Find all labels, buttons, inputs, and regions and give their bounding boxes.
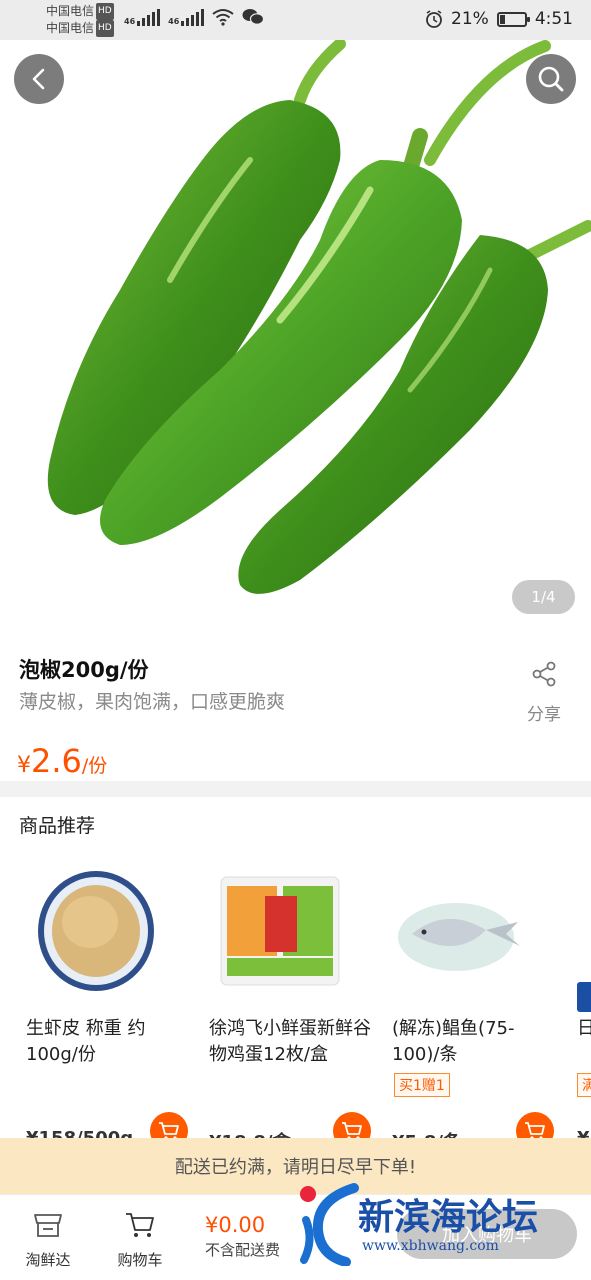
carrier-info: 中国电信 HD 中国电信 HD xyxy=(46,3,114,37)
watermark-url: www.xbhwang.com xyxy=(362,1238,499,1254)
nav-store[interactable]: 淘鲜达 xyxy=(8,1211,88,1270)
product-image-carousel[interactable]: 1/4 xyxy=(0,40,591,632)
signal-icon xyxy=(137,8,161,26)
product-thumbnail-partial xyxy=(577,982,591,1012)
chevron-left-icon xyxy=(32,68,45,90)
price-currency: ¥ xyxy=(17,753,31,778)
price-unit: /份 xyxy=(81,755,108,777)
card-name: (解冻)鲳鱼(75-100)/条 xyxy=(392,1018,515,1065)
carrier-1: 中国电信 xyxy=(46,4,95,18)
recommend-card[interactable]: (解冻)鲳鱼(75-100)/条 买1赠1 ¥5.8/条 xyxy=(386,862,566,1153)
product-price: ¥2.6/份 xyxy=(17,742,107,780)
image-pager: 1/4 xyxy=(512,580,575,614)
card-name: 徐鸿飞小鲜蛋新鲜谷物鸡蛋12枚/盒 xyxy=(209,1018,371,1065)
product-title: 泡椒200g/份 xyxy=(19,658,149,682)
watermark-logo xyxy=(300,1183,359,1266)
back-button[interactable] xyxy=(14,54,64,104)
wechat-icon xyxy=(242,9,265,25)
recommend-card[interactable]: 徐鸿飞小鲜蛋新鲜谷物鸡蛋12枚/盒 ¥18.8/盒 xyxy=(203,862,383,1153)
product-thumbnail-shrimp xyxy=(20,862,170,1002)
cart-icon xyxy=(126,1213,154,1237)
section-divider xyxy=(0,781,591,797)
nav-cart[interactable]: 购物车 xyxy=(100,1211,180,1270)
forum-watermark: 新滨海论坛 www.xbhwang.com xyxy=(296,1180,591,1266)
store-icon xyxy=(34,1214,62,1237)
promo-tag: 满 xyxy=(577,1073,591,1097)
total-note: 不含配送费 xyxy=(205,1241,281,1259)
battery-icon xyxy=(496,11,530,27)
share-button[interactable]: 分享 xyxy=(524,660,564,725)
product-detail-page: 中国电信 HD 中国电信 HD 46 46 21% 4:51 1/4 泡椒200… xyxy=(0,0,591,1280)
clock: 4:51 xyxy=(534,9,573,29)
signal-icon-2 xyxy=(181,8,205,26)
card-name: 生虾皮 称重 约100g/份 xyxy=(26,1018,146,1065)
hd-badge-2: HD xyxy=(96,20,114,37)
nav-store-label: 淘鲜达 xyxy=(25,1251,71,1269)
battery-percent: 21% xyxy=(451,9,489,29)
price-value: 2.6 xyxy=(31,742,82,780)
recommend-title: 商品推荐 xyxy=(19,815,96,837)
recommend-card[interactable]: 生虾皮 称重 约100g/份 ¥158/500g xyxy=(20,862,200,1150)
product-subtitle: 薄皮椒，果肉饱满，口感更脆爽 xyxy=(19,691,286,713)
alarm-icon xyxy=(426,10,442,28)
search-icon xyxy=(538,66,564,92)
status-right: 21% 4:51 xyxy=(425,9,573,29)
network-indicators: 46 46 xyxy=(124,8,265,26)
wifi-icon xyxy=(212,9,234,26)
watermark-title: 新滨海论坛 xyxy=(358,1196,539,1238)
search-button[interactable] xyxy=(526,54,576,104)
carrier-2: 中国电信 xyxy=(46,21,95,35)
network-type-2: 46 xyxy=(168,17,180,26)
product-thumbnail-fish xyxy=(386,862,536,1002)
product-image xyxy=(47,40,591,594)
network-type-1: 46 xyxy=(124,17,136,26)
share-icon xyxy=(532,661,556,687)
nav-cart-label: 购物车 xyxy=(117,1251,163,1269)
share-label: 分享 xyxy=(527,705,561,725)
status-bar: 中国电信 HD 中国电信 HD 46 46 21% 4:51 xyxy=(0,0,591,40)
promo-tag: 买1赠1 xyxy=(394,1073,450,1097)
recommend-card-partial[interactable]: 日 30 满 ¥ xyxy=(572,862,591,1162)
product-thumbnail-eggs xyxy=(203,862,353,1002)
cart-total: ¥0.00 不含配送费 xyxy=(205,1213,280,1260)
hd-badge: HD xyxy=(96,3,114,20)
card-name: 日 30 xyxy=(577,1018,591,1039)
total-amount: ¥0.00 xyxy=(205,1213,266,1237)
